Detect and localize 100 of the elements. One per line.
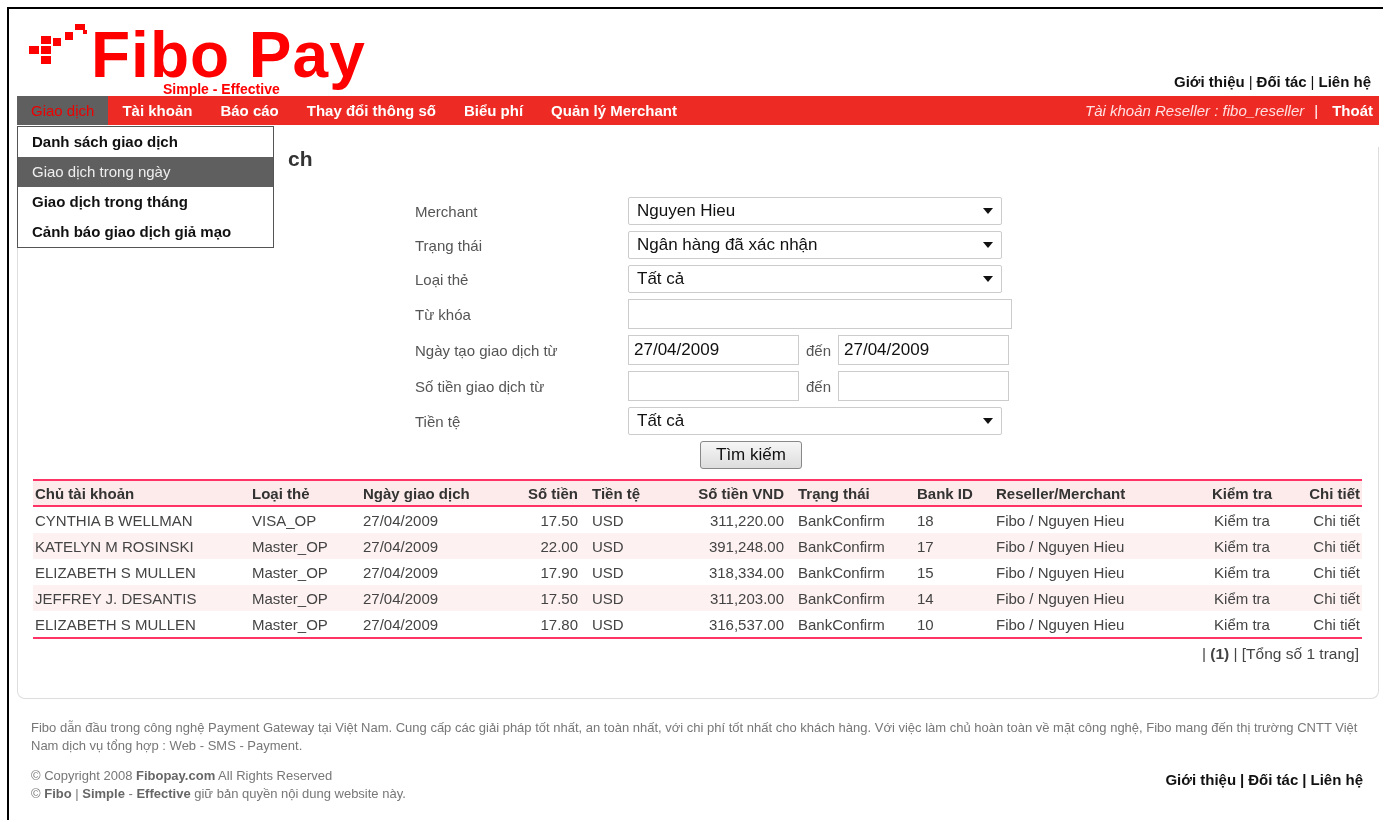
column-header: Trạng thái: [786, 480, 915, 506]
dropdown-arrow-icon: [983, 418, 993, 424]
table-link[interactable]: Kiểm tra: [1194, 585, 1290, 611]
separator: |: [1310, 73, 1315, 90]
table-cell: BankConfirm: [786, 506, 915, 533]
footer-link[interactable]: Liên hệ: [1310, 771, 1363, 789]
table-link[interactable]: Kiểm tra: [1194, 533, 1290, 559]
copyright-text: © Fibo | Simple - Effective giữ bản quyền nội dung website này.: [31, 785, 406, 803]
select-field[interactable]: Nguyen Hieu: [628, 197, 1002, 225]
table-cell: 27/04/2009: [361, 506, 500, 533]
dropdown-arrow-icon: [983, 208, 993, 214]
table-cell: USD: [580, 585, 680, 611]
table-link[interactable]: Chi tiết: [1290, 585, 1362, 611]
table-cell: CYNTHIA B WELLMAN: [33, 506, 250, 533]
table-link[interactable]: Kiểm tra: [1194, 559, 1290, 585]
table-cell: BankConfirm: [786, 533, 915, 559]
table-link[interactable]: Chi tiết: [1290, 611, 1362, 638]
table-cell: 17.50: [500, 585, 580, 611]
field-label: đến: [806, 341, 832, 359]
table-link[interactable]: Chi tiết: [1290, 559, 1362, 585]
select-field[interactable]: Tất cả: [628, 407, 1002, 435]
table-cell: BankConfirm: [786, 611, 915, 638]
field-label: đến: [806, 377, 832, 395]
field-label: Số tiền giao dịch từ: [415, 377, 546, 395]
menu-item[interactable]: Giao dịch trong ngày: [18, 157, 273, 187]
table-cell: JEFFREY J. DESANTIS: [33, 585, 250, 611]
input-field[interactable]: 27/04/2009: [838, 335, 1010, 365]
table-cell: 27/04/2009: [361, 533, 500, 559]
logout-link[interactable]: Thoát: [1332, 102, 1373, 119]
table-cell: 318,334.00: [680, 559, 786, 585]
table-cell: USD: [580, 506, 680, 533]
table-cell: USD: [580, 559, 680, 585]
copyright-text: © Copyright 2008 Fibopay.com All Rights Reserved: [31, 767, 334, 785]
table-cell: Master_OP: [250, 533, 361, 559]
field-label: Ngày tạo giao dịch từ: [415, 341, 559, 359]
table-link[interactable]: Chi tiết: [1290, 506, 1362, 533]
separator: |: [1248, 73, 1253, 90]
table-cell: ELIZABETH S MULLEN: [33, 611, 250, 638]
table-cell: BankConfirm: [786, 585, 915, 611]
table-cell: 316,537.00: [680, 611, 786, 638]
table-cell: 17.80: [500, 611, 580, 638]
table-cell: 27/04/2009: [361, 559, 500, 585]
select-field[interactable]: Ngân hàng đã xác nhận: [628, 231, 1002, 259]
table-cell: 15: [915, 559, 994, 585]
table-cell: USD: [580, 533, 680, 559]
nav-tab[interactable]: Biểu phí: [449, 96, 538, 125]
table-cell: 311,203.00: [680, 585, 786, 611]
table-cell: Fibo / Nguyen Hieu: [994, 506, 1194, 533]
header-link[interactable]: Liên hệ: [1318, 73, 1371, 90]
header-link[interactable]: Giới thiệu: [1174, 73, 1245, 90]
table-cell: VISA_OP: [250, 506, 361, 533]
column-header: Kiểm tra: [1194, 480, 1290, 506]
field-label: Trạng thái: [415, 236, 483, 254]
table-cell: 17.90: [500, 559, 580, 585]
table-cell: 311,220.00: [680, 506, 786, 533]
menu-item[interactable]: Cảnh báo giao dịch giả mạo: [18, 217, 273, 247]
menu-item[interactable]: Danh sách giao dịch: [18, 127, 273, 157]
nav-tab[interactable]: Báo cáo: [206, 96, 293, 125]
table-cell: Master_OP: [250, 611, 361, 638]
table-link[interactable]: Kiểm tra: [1194, 506, 1290, 533]
select-field[interactable]: Tất cả: [628, 265, 1002, 293]
nav-tab[interactable]: Tài khoản: [108, 96, 207, 125]
separator: |: [1314, 102, 1319, 119]
nav-tab[interactable]: Thay đổi thông số: [292, 96, 450, 125]
table-cell: 27/04/2009: [361, 585, 500, 611]
column-header: Số tiền: [500, 480, 580, 506]
table-link[interactable]: Kiểm tra: [1194, 611, 1290, 638]
table-cell: 27/04/2009: [361, 611, 500, 638]
column-header: Số tiền VND: [680, 480, 786, 506]
footer-description: Fibo dẫn đầu trong công nghệ Payment Gateway tại Việt Nam. Cung cấp các giải pháp tốt nhất, an toàn nhất, với chi phí tốt nhất cho khách hàng. Với việc làm chủ hoàn toàn về mặt công nghệ, Fibo mang đến thị trường CNTT Việt Nam dịch vụ tổng hợp : Web - SMS - Payment.: [31, 719, 1359, 755]
footer-link[interactable]: Giới thiệu: [1165, 771, 1237, 789]
dropdown-arrow-icon: [983, 276, 993, 282]
input-field[interactable]: [628, 299, 1012, 329]
table-cell: Fibo / Nguyen Hieu: [994, 585, 1194, 611]
input-field[interactable]: 27/04/2009: [628, 335, 799, 365]
table-cell: ELIZABETH S MULLEN: [33, 559, 250, 585]
column-header: Chi tiết: [1290, 480, 1362, 506]
column-header: Loại thẻ: [250, 480, 361, 506]
input-field[interactable]: [628, 371, 799, 401]
field-label: Merchant: [415, 202, 479, 220]
input-field[interactable]: [838, 371, 1010, 401]
table-cell: 17: [915, 533, 994, 559]
menu-item[interactable]: Giao dịch trong tháng: [18, 187, 273, 217]
column-header: Tiền tệ: [580, 480, 680, 506]
dropdown-arrow-icon: [983, 242, 993, 248]
field-label: Loại thẻ: [415, 270, 470, 288]
nav-tab[interactable]: Quản lý Merchant: [537, 96, 691, 125]
separator: |: [1240, 771, 1245, 789]
footer-link[interactable]: Đối tác: [1248, 771, 1299, 789]
table-cell: 18: [915, 506, 994, 533]
account-label: Tài khoản Reseller : fibo_reseller: [1085, 102, 1305, 119]
header-link[interactable]: Đối tác: [1256, 73, 1307, 90]
table-link[interactable]: Chi tiết: [1290, 533, 1362, 559]
field-label: Từ khóa: [415, 305, 472, 323]
table-cell: Fibo / Nguyen Hieu: [994, 611, 1194, 638]
separator: |: [1302, 771, 1307, 789]
column-header: Bank ID: [915, 480, 994, 506]
table-cell: 10: [915, 611, 994, 638]
table-cell: Fibo / Nguyen Hieu: [994, 559, 1194, 585]
search-button[interactable]: Tìm kiếm: [700, 441, 802, 469]
